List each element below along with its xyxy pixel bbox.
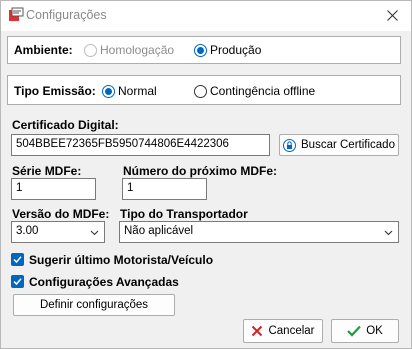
certificado-label: Certificado Digital: <box>12 118 119 132</box>
check-icon <box>13 278 22 286</box>
homologacao-label: Homologação <box>100 43 175 57</box>
definir-configuracoes-label: Definir configurações <box>39 299 149 311</box>
ambiente-group: Ambiente: Homologação Produção <box>7 36 401 64</box>
contingencia-label[interactable]: Contingência offline <box>210 84 315 98</box>
chevron-down-icon <box>384 230 393 236</box>
versao-value: 3.00 <box>16 225 39 237</box>
sugerir-label[interactable]: Sugerir último Motorista/Veículo <box>29 253 213 267</box>
cancel-button[interactable]: Cancelar <box>243 319 323 343</box>
ambiente-label: Ambiente: <box>14 43 73 57</box>
sugerir-checkbox[interactable] <box>11 253 24 266</box>
normal-label[interactable]: Normal <box>118 84 157 98</box>
tipo-emissao-label: Tipo Emissão: <box>14 84 96 98</box>
window-title: Configurações <box>26 8 107 22</box>
avancadas-label[interactable]: Configurações Avançadas <box>29 275 179 289</box>
serie-label: Série MDFe: <box>12 164 82 178</box>
buscar-certificado-label: Buscar Certificado <box>301 139 395 151</box>
radio-producao[interactable] <box>194 44 207 57</box>
close-button[interactable] <box>373 1 411 29</box>
cancel-label: Cancelar <box>268 325 315 337</box>
versao-select[interactable]: 3.00 <box>11 221 105 243</box>
title-bar[interactable]: Configurações <box>1 1 411 31</box>
configuracoes-dialog: Configurações Ambiente: Homologação Prod… <box>0 0 412 349</box>
app-icon <box>8 7 24 23</box>
tipo-emissao-group: Tipo Emissão: Normal Contingência offlin… <box>7 75 401 105</box>
x-icon <box>252 325 263 337</box>
radio-contingencia[interactable] <box>194 85 207 98</box>
proximo-label: Número do próximo MDFe: <box>123 164 278 178</box>
lock-icon <box>283 138 297 152</box>
transportador-value: Não aplicável <box>124 225 194 237</box>
buscar-certificado-button[interactable]: Buscar Certificado <box>279 134 399 156</box>
checkmark-icon <box>347 325 361 337</box>
ok-button[interactable]: OK <box>331 319 399 343</box>
transportador-select[interactable]: Não aplicável <box>119 221 399 243</box>
transportador-label: Tipo do Transportador <box>120 207 248 221</box>
serie-field[interactable]: 1 <box>11 178 96 200</box>
radio-normal[interactable] <box>102 85 115 98</box>
versao-label: Versão do MDFe: <box>12 207 110 221</box>
avancadas-checkbox[interactable] <box>11 275 24 288</box>
certificado-field[interactable]: 504BBEE72365FB5950744806E4422306 <box>11 134 270 156</box>
radio-homologacao <box>84 44 97 57</box>
definir-configuracoes-button[interactable]: Definir configurações <box>13 294 175 316</box>
proximo-field[interactable]: 1 <box>122 178 207 200</box>
chevron-down-icon <box>90 230 99 236</box>
check-icon <box>13 256 22 264</box>
producao-label[interactable]: Produção <box>210 43 261 57</box>
ok-label: OK <box>366 325 383 337</box>
close-icon <box>386 9 398 21</box>
